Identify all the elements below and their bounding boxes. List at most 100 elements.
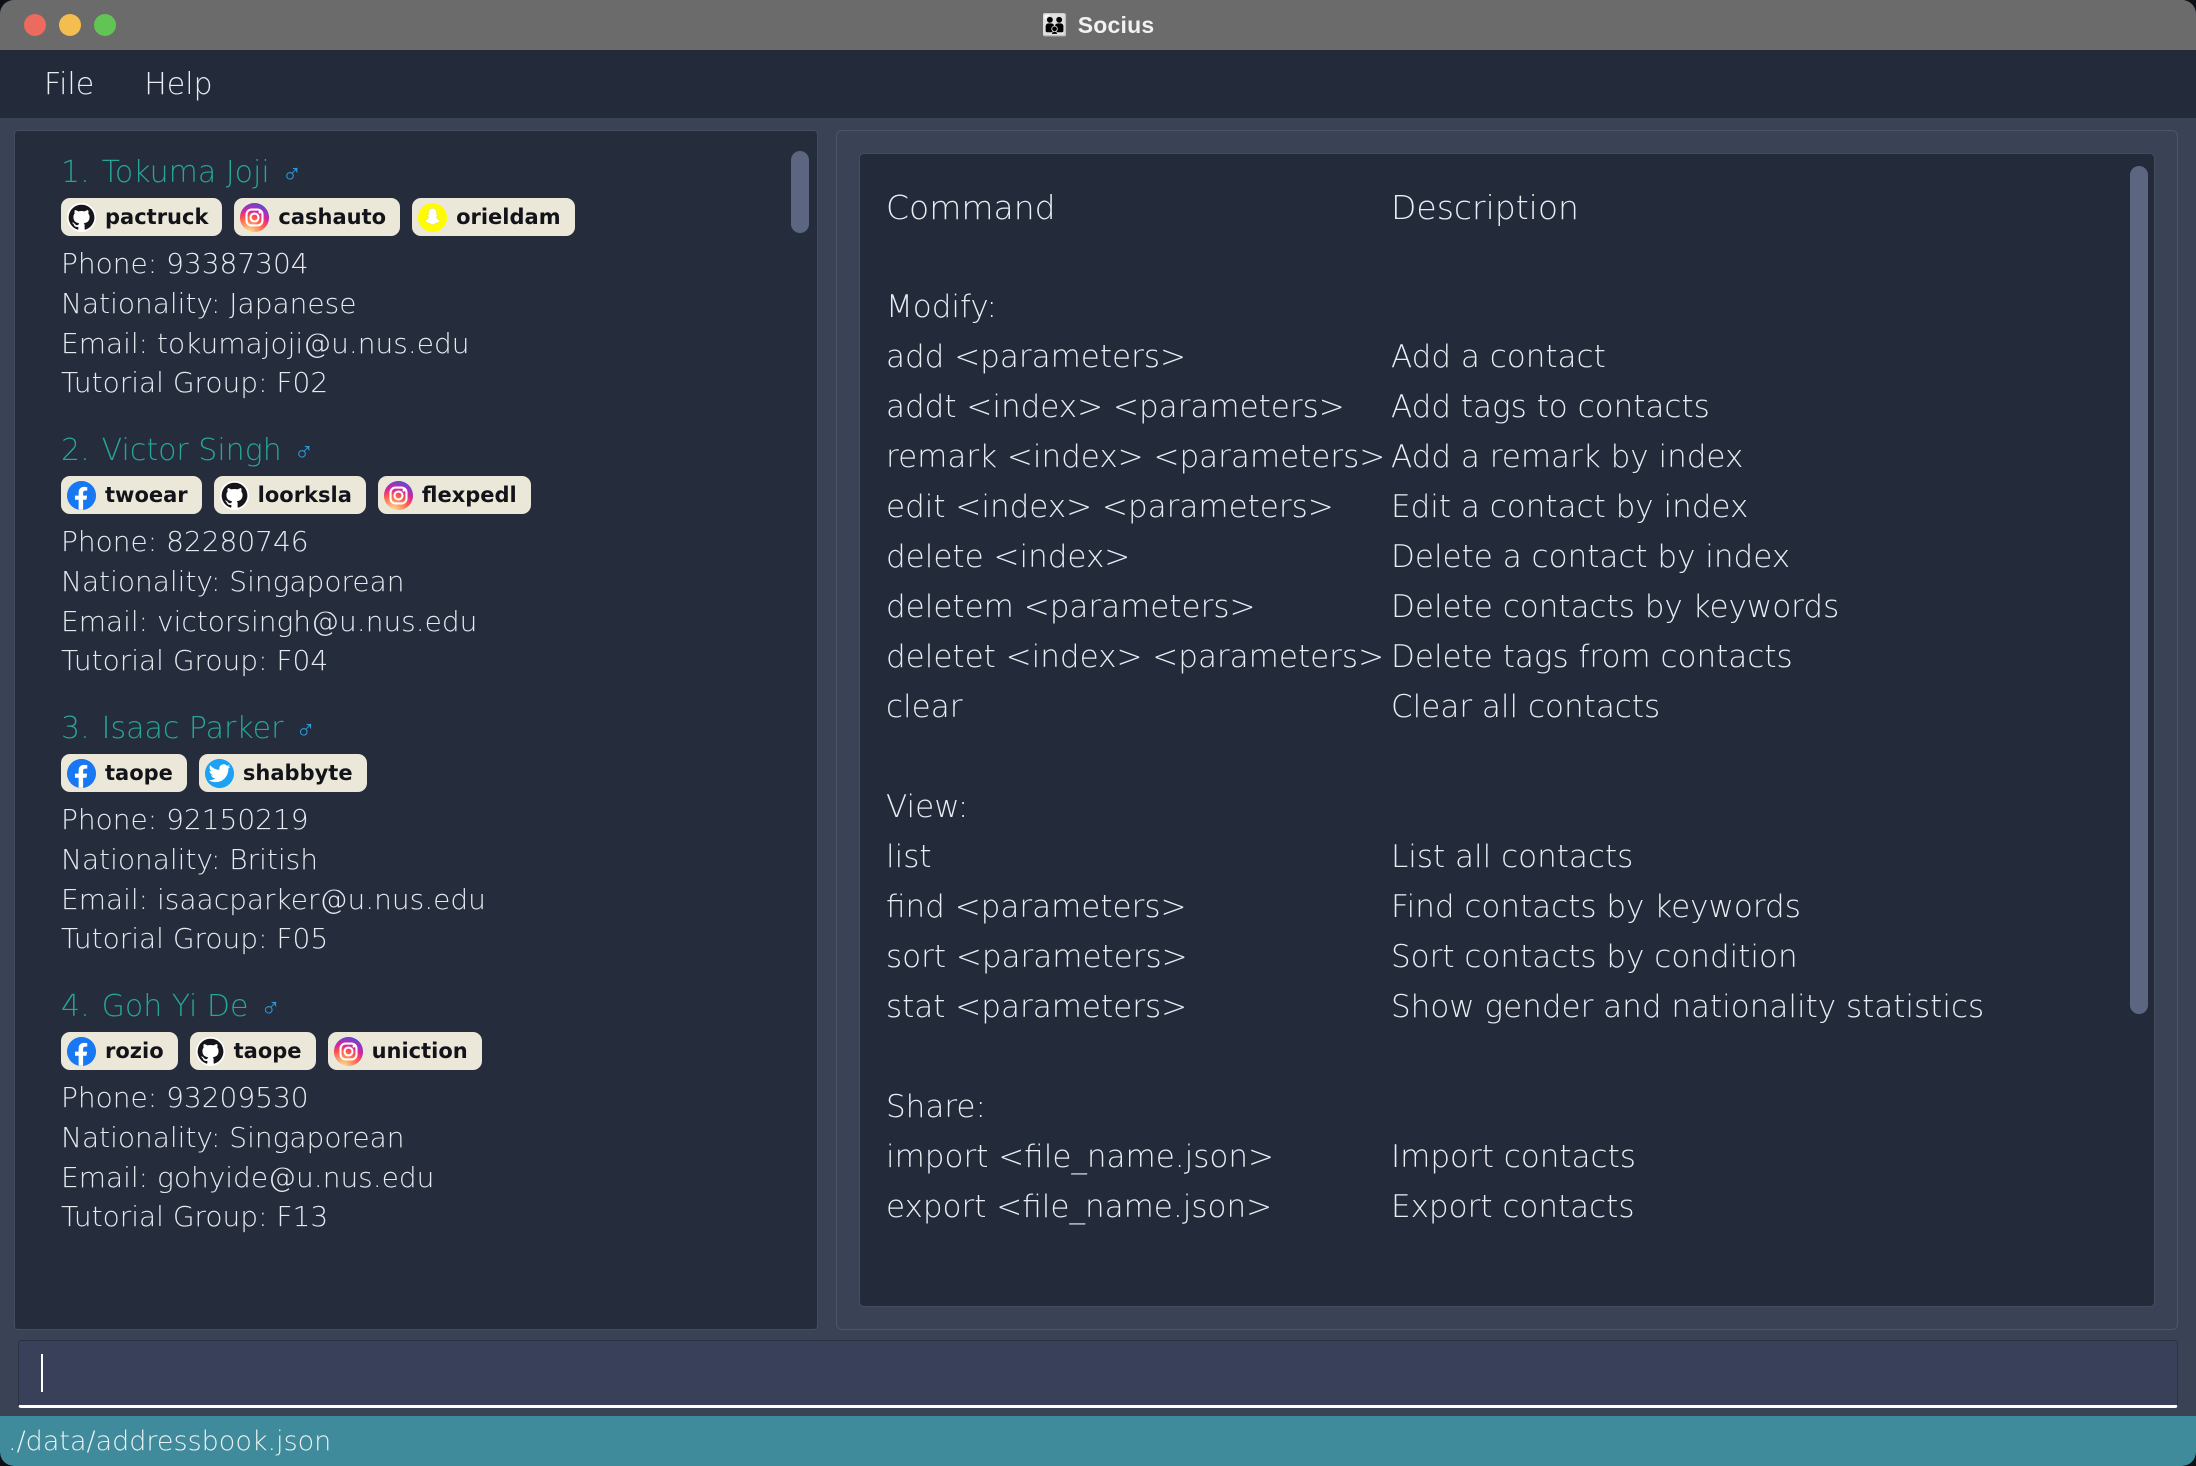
- instagram-icon: [333, 1036, 363, 1066]
- instagram-icon: [383, 480, 413, 510]
- person-phone: Phone: 92150219: [61, 803, 309, 836]
- command-name: import <file_name.json>: [886, 1138, 1275, 1175]
- social-tag-handle: orieldam: [456, 205, 561, 229]
- person-tutorial-group: Tutorial Group: F13: [61, 1200, 329, 1234]
- social-tag-chip[interactable]: rozio: [61, 1032, 178, 1070]
- close-window-button[interactable]: [24, 14, 46, 36]
- person-nationality: Nationality: Japanese: [61, 286, 357, 320]
- social-tag-chip[interactable]: taope: [189, 1032, 316, 1070]
- command-description: List all contacts: [1391, 838, 1634, 875]
- command-description: Delete tags from contacts: [1391, 638, 1793, 675]
- person-name: Isaac Parker: [101, 711, 284, 746]
- social-tag-chip[interactable]: twoear: [61, 476, 202, 514]
- person-email: Email: victorsingh@u.nus.edu: [61, 604, 478, 638]
- male-icon: ♂: [281, 159, 302, 189]
- help-panel: Command Description Modify: add <parameters…: [836, 130, 2178, 1330]
- command-description: Find contacts by keywords: [1391, 888, 1801, 925]
- social-tag-chip[interactable]: orieldam: [412, 198, 575, 236]
- command-reference-row: stat <parameters> Show gender and nationa…: [886, 982, 2124, 1032]
- command-description: Show gender and nationality statistics: [1391, 988, 1985, 1025]
- social-tag-chip[interactable]: taope: [61, 754, 187, 792]
- social-tag-handle: loorksla: [257, 483, 352, 507]
- help-panel-scrollbar[interactable]: [2130, 158, 2148, 1302]
- facebook-icon: [67, 758, 96, 788]
- snapchat-icon: [418, 202, 448, 232]
- command-reference-row: export <file_name.json> Export contacts: [886, 1182, 2124, 1232]
- command-description: Edit a contact by index: [1391, 488, 1749, 525]
- male-icon: ♂: [260, 993, 281, 1023]
- github-icon: [67, 202, 96, 232]
- person-list-scrollbar-thumb[interactable]: [791, 151, 809, 233]
- window-title: Socius: [1077, 11, 1155, 38]
- save-location-path: ./data/addressbook.json: [8, 1425, 332, 1457]
- maximize-window-button[interactable]: [94, 14, 116, 36]
- social-tag-chip[interactable]: shabbyte: [198, 754, 367, 792]
- command-name: export <file_name.json>: [886, 1188, 1273, 1225]
- social-tag-row: twoear loorksla flexpedl: [61, 476, 791, 514]
- command-name: delete <index>: [886, 538, 1131, 575]
- menu-item-file[interactable]: File: [44, 67, 94, 102]
- social-tag-handle: cashauto: [278, 205, 387, 229]
- facebook-icon: [67, 480, 96, 510]
- command-description: Add a contact: [1391, 338, 1606, 375]
- title-bar: 👪 Socius: [0, 0, 2196, 50]
- command-input[interactable]: [18, 1340, 2178, 1408]
- person-tutorial-group: Tutorial Group: F04: [61, 644, 329, 678]
- command-reference-row: remark <index> <parameters> Add a remark …: [886, 432, 2124, 482]
- facebook-icon: [67, 1036, 96, 1066]
- command-reference-row: find <parameters> Find contacts by keywor…: [886, 882, 2124, 932]
- person-card[interactable]: 3. Isaac Parker ♂ taope shabbyte Phone: 92150…: [61, 711, 791, 959]
- person-list-panel: 1. Tokuma Joji ♂ pactruck cashauto orieldam Ph…: [14, 130, 818, 1330]
- menu-bar: File Help: [0, 50, 2196, 118]
- command-description: Add a remark by index: [1391, 438, 1744, 475]
- social-tag-handle: flexpedl: [421, 483, 517, 507]
- minimize-window-button[interactable]: [59, 14, 81, 36]
- person-card[interactable]: 4. Goh Yi De ♂ rozio taope uniction Phone: 932…: [61, 989, 791, 1237]
- social-tag-chip[interactable]: uniction: [327, 1032, 482, 1070]
- command-reference-row: sort <parameters> Sort contacts by condit…: [886, 932, 2124, 982]
- command-description: Delete a contact by index: [1391, 538, 1791, 575]
- command-reference-row: delete <index> Delete a contact by index: [886, 532, 2124, 582]
- person-card[interactable]: 2. Victor Singh ♂ twoear loorksla flexpedl Pho…: [61, 433, 791, 681]
- social-tag-chip[interactable]: pactruck: [61, 198, 223, 236]
- person-name: Victor Singh: [101, 433, 282, 468]
- social-tag-chip[interactable]: loorksla: [213, 476, 366, 514]
- person-card[interactable]: 1. Tokuma Joji ♂ pactruck cashauto orieldam Ph…: [61, 155, 791, 403]
- social-tag-chip[interactable]: cashauto: [234, 198, 401, 236]
- male-icon: ♂: [295, 715, 316, 745]
- command-name: add <parameters>: [886, 338, 1186, 375]
- person-phone: Phone: 93387304: [61, 247, 309, 280]
- command-description: Clear all contacts: [1391, 688, 1661, 725]
- command-reference-list: Command Description Modify: add <parameters…: [860, 154, 2124, 1306]
- command-reference-row: list List all contacts: [886, 832, 2124, 882]
- command-input-area: [0, 1330, 2196, 1416]
- person-list-scroll-area[interactable]: 1. Tokuma Joji ♂ pactruck cashauto orieldam Ph…: [15, 131, 791, 1329]
- command-description: Delete contacts by keywords: [1391, 588, 1840, 625]
- help-panel-scrollbar-thumb[interactable]: [2130, 166, 2148, 1014]
- window-title-group: 👪 Socius: [0, 0, 2196, 50]
- instagram-icon: [240, 202, 270, 232]
- command-name: addt <index> <parameters>: [886, 388, 1345, 425]
- status-bar: ./data/addressbook.json: [0, 1416, 2196, 1466]
- social-tag-handle: uniction: [371, 1039, 468, 1063]
- person-index: 4.: [61, 989, 90, 1024]
- command-name: edit <index> <parameters>: [886, 488, 1334, 525]
- description-column-header: Description: [1391, 187, 1579, 227]
- person-tutorial-group: Tutorial Group: F02: [61, 366, 329, 400]
- command-name: deletem <parameters>: [886, 588, 1256, 625]
- command-section-title: View:: [886, 788, 969, 825]
- text-caret: [41, 1354, 43, 1392]
- person-list-scrollbar[interactable]: [791, 131, 809, 1329]
- person-nationality: Nationality: Singaporean: [61, 1120, 405, 1154]
- command-section-title: Modify:: [886, 288, 997, 325]
- social-tag-chip[interactable]: flexpedl: [377, 476, 531, 514]
- person-phone: Phone: 93209530: [61, 1081, 309, 1114]
- person-header: 1. Tokuma Joji ♂: [61, 155, 791, 190]
- social-tag-handle: pactruck: [105, 205, 209, 229]
- social-tag-handle: taope: [233, 1039, 302, 1063]
- person-name: Goh Yi De: [101, 989, 249, 1024]
- menu-item-help[interactable]: Help: [144, 67, 212, 102]
